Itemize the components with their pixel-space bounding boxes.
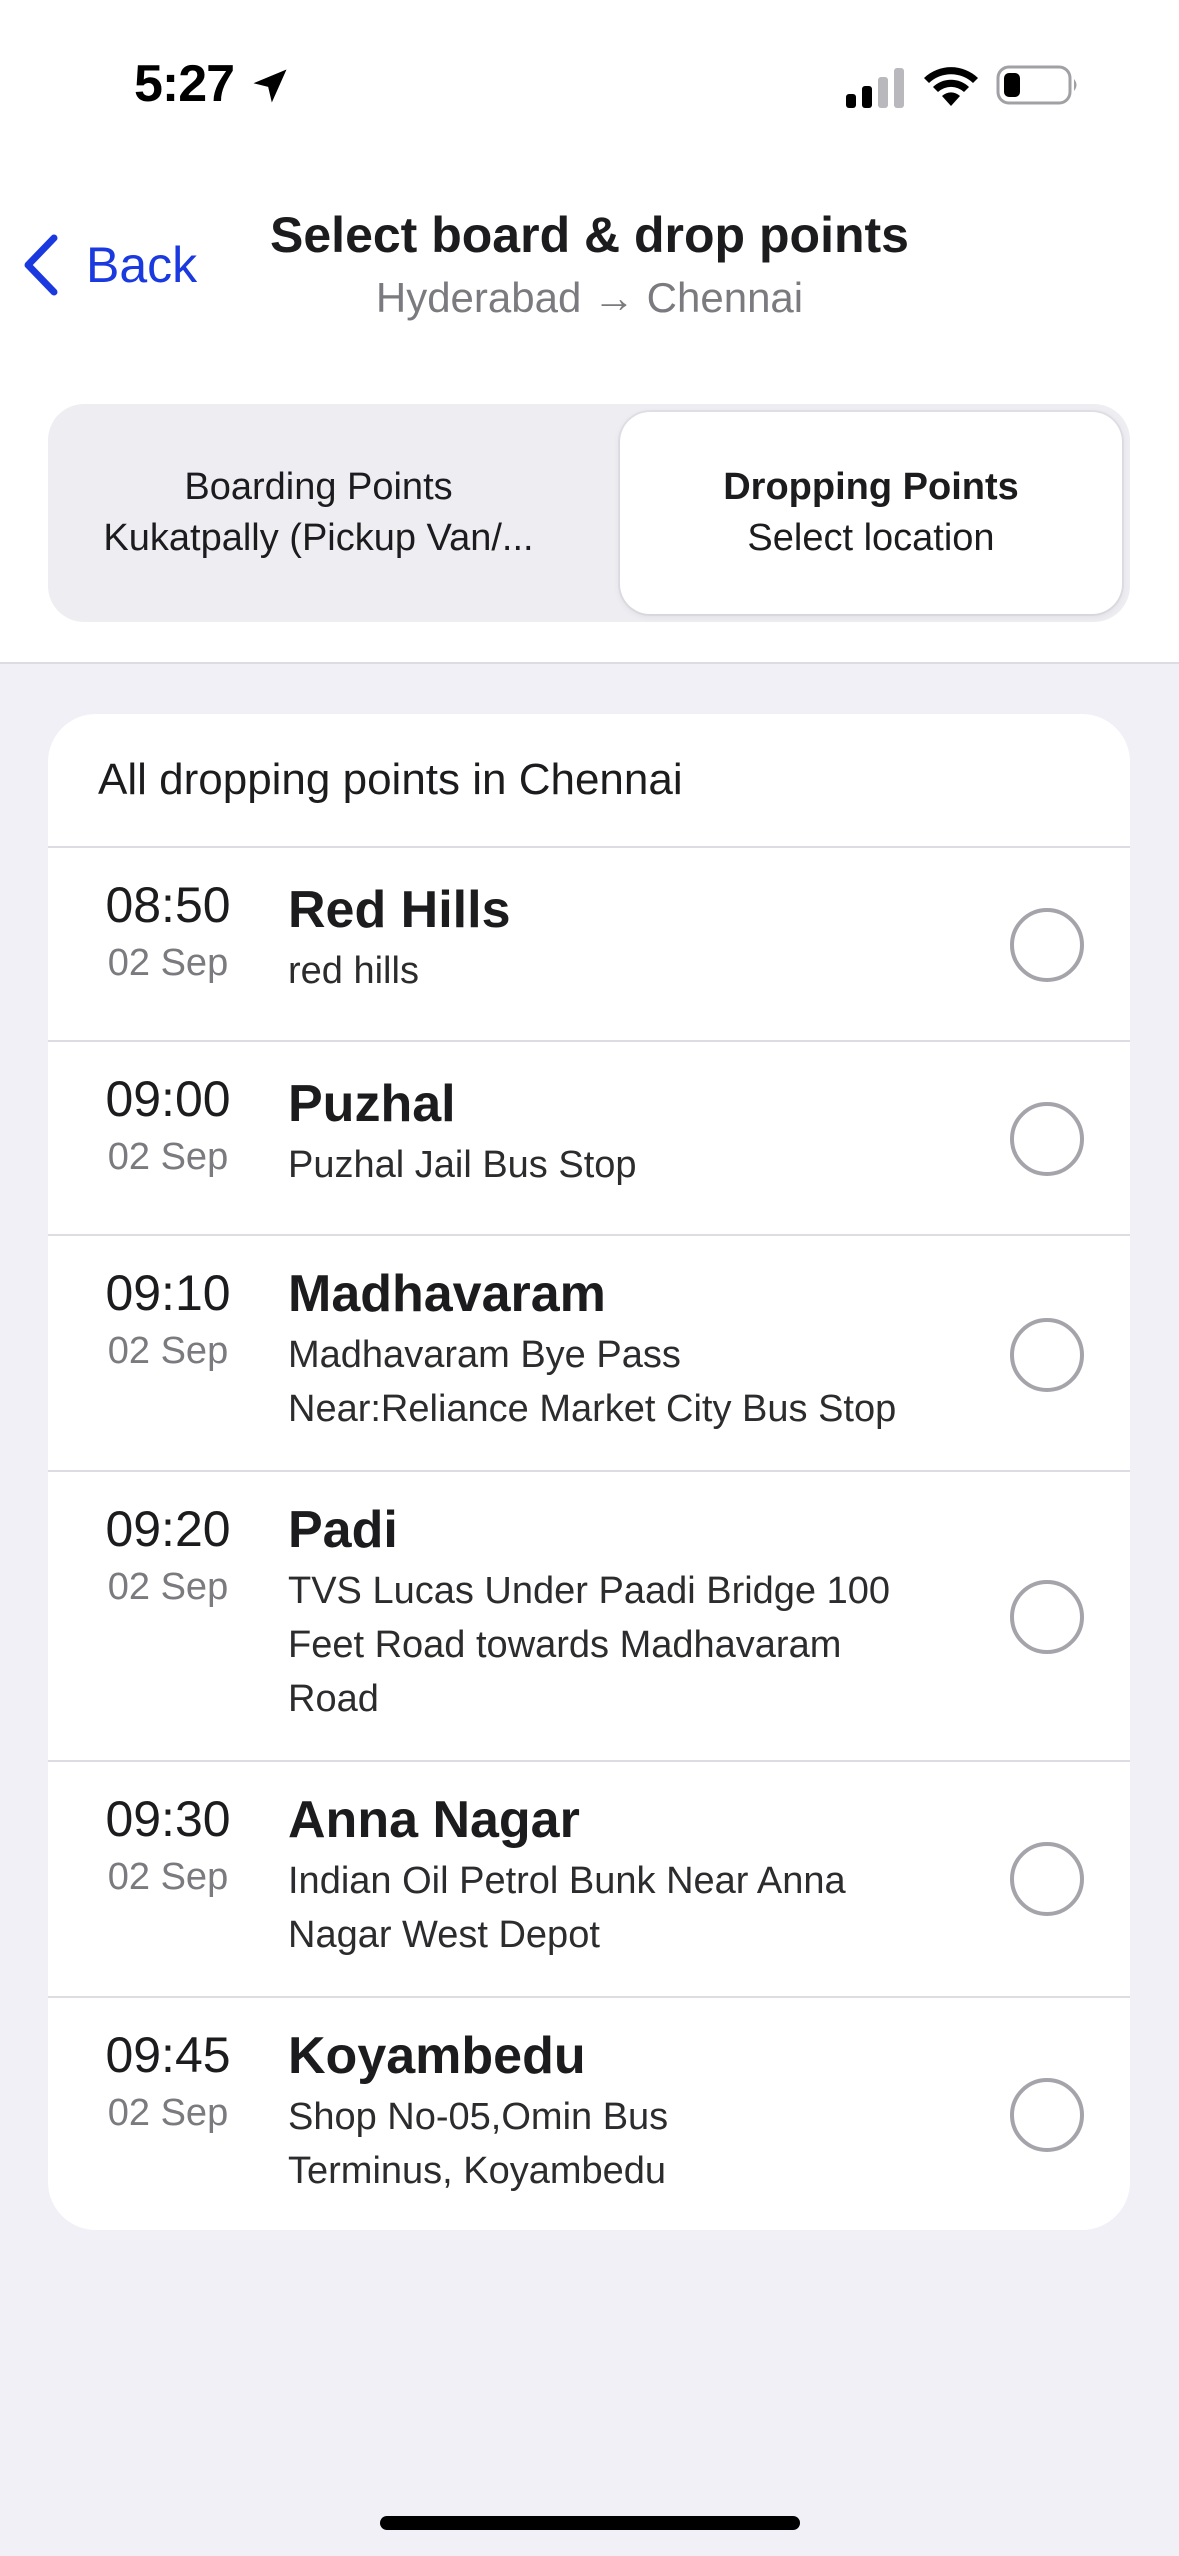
drop-date: 02 Sep [107, 1136, 229, 1178]
radio-button[interactable] [1010, 1580, 1084, 1654]
wifi-icon [924, 67, 978, 106]
drop-point-address: red hills [288, 944, 988, 998]
drop-point-name: Padi [288, 1501, 398, 1559]
list-item[interactable]: 09:10 02 Sep Madhavaram Madhavaram Bye P… [48, 1236, 1130, 1472]
address-line: Road [288, 1678, 379, 1720]
radio-button[interactable] [1010, 2078, 1084, 2152]
address-line: red hills [288, 950, 419, 992]
address-line: Near:Reliance Market City Bus Stop [288, 1388, 897, 1430]
drop-point-address: TVS Lucas Under Paadi Bridge 100 Feet Ro… [288, 1564, 988, 1726]
drop-point-address: Indian Oil Petrol Bunk Near Anna Nagar W… [288, 1854, 988, 1962]
address-line: Terminus, Koyambedu [288, 2150, 667, 2192]
home-indicator[interactable] [380, 2516, 800, 2530]
tab-boarding-title: Boarding Points [184, 466, 453, 508]
address-line: Feet Road towards Madhavaram [288, 1624, 842, 1666]
address-line: Indian Oil Petrol Bunk Near Anna [288, 1860, 846, 1902]
drop-date: 02 Sep [107, 2092, 229, 2134]
drop-point-name: Madhavaram [288, 1265, 606, 1323]
dropping-points-list: All dropping points in Chennai 08:50 02 … [48, 714, 1130, 2230]
drop-date: 02 Sep [107, 1566, 229, 1608]
drop-time: 09:10 [105, 1265, 231, 1321]
page-title: Select board & drop points [270, 207, 909, 263]
route-subtitle: Hyderabad → Chennai [375, 274, 804, 321]
address-line: Puzhal Jail Bus Stop [288, 1144, 637, 1186]
drop-time: 09:20 [105, 1501, 231, 1557]
drop-point-address: Shop No-05,Omin Bus Terminus, Koyambedu [288, 2090, 988, 2198]
tab-dropping-value: Select location [747, 517, 995, 559]
tab-dropping-points[interactable]: Dropping Points Select location [620, 412, 1122, 614]
address-line: Madhavaram Bye Pass [288, 1334, 681, 1376]
drop-date: 02 Sep [107, 1856, 229, 1898]
list-item[interactable]: 09:45 02 Sep Koyambedu Shop No-05,Omin B… [48, 1998, 1130, 2230]
drop-time: 09:00 [105, 1071, 231, 1127]
radio-button[interactable] [1010, 1842, 1084, 1916]
battery-icon [996, 65, 1077, 105]
drop-point-address: Puzhal Jail Bus Stop [288, 1138, 988, 1192]
points-segmented-control: Boarding Points Kukatpally (Pickup Van/.… [48, 404, 1130, 622]
drop-time: 09:30 [105, 1791, 231, 1847]
list-item[interactable]: 08:50 02 Sep Red Hills red hills [48, 848, 1130, 1042]
drop-point-address: Madhavaram Bye Pass Near:Reliance Market… [288, 1328, 988, 1436]
tab-boarding-value: Kukatpally (Pickup Van/... [103, 517, 534, 559]
drop-point-name: Anna Nagar [288, 1791, 580, 1849]
drop-point-name: Puzhal [288, 1075, 456, 1133]
status-time: 5:27 [134, 55, 235, 113]
status-bar: 5:27 [0, 0, 1179, 150]
radio-button[interactable] [1010, 1318, 1084, 1392]
signal-icon [846, 68, 904, 108]
list-header: All dropping points in Chennai [48, 714, 1130, 848]
drop-date: 02 Sep [107, 1330, 229, 1372]
address-line: Shop No-05,Omin Bus [288, 2096, 669, 2138]
radio-button[interactable] [1010, 1102, 1084, 1176]
address-line: TVS Lucas Under Paadi Bridge 100 [288, 1570, 891, 1612]
drop-date: 02 Sep [107, 942, 229, 984]
drop-point-name: Red Hills [288, 881, 511, 939]
location-arrow-icon [253, 69, 287, 103]
tab-dropping-title: Dropping Points [723, 466, 1019, 508]
drop-time: 09:45 [105, 2027, 231, 2083]
tab-boarding-points[interactable]: Boarding Points Kukatpally (Pickup Van/.… [48, 404, 589, 622]
drop-time: 08:50 [105, 877, 231, 933]
address-line: Nagar West Depot [288, 1914, 600, 1956]
list-item[interactable]: 09:30 02 Sep Anna Nagar Indian Oil Petro… [48, 1762, 1130, 1998]
radio-button[interactable] [1010, 908, 1084, 982]
drop-point-name: Koyambedu [288, 2027, 586, 2085]
list-item[interactable]: 09:20 02 Sep Padi TVS Lucas Under Paadi … [48, 1472, 1130, 1762]
list-item[interactable]: 09:00 02 Sep Puzhal Puzhal Jail Bus Stop [48, 1042, 1130, 1236]
